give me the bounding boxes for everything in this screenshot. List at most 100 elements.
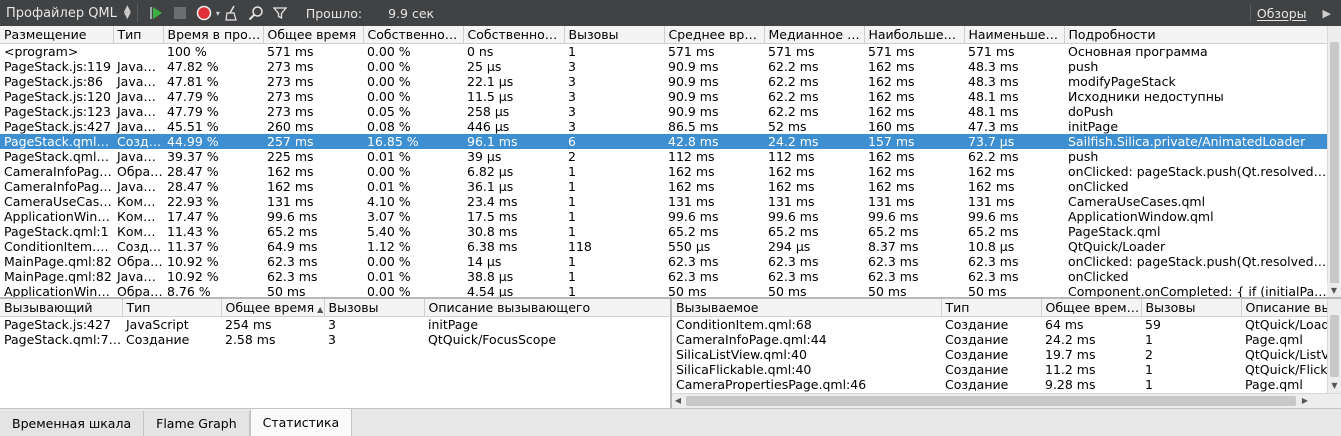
scroll-down-arrow[interactable]: ▼ xyxy=(1327,283,1341,297)
statistics-cell: 11.37 % xyxy=(167,239,219,254)
statistics-cell: 62.3 ms xyxy=(668,254,719,269)
callees-row[interactable]: SilicaListView.qml:40 Создание 19.7 ms 2 QtQ… xyxy=(672,347,1327,362)
callers-cell: 254 ms xyxy=(225,317,272,332)
callers-column-header[interactable]: Вызывающий xyxy=(0,299,123,317)
column-header-label: Размещение xyxy=(4,27,87,42)
statistics-column-header[interactable]: Время в проц▲ xyxy=(163,26,264,44)
statistics-cell: 162 ms xyxy=(668,179,715,194)
statistics-row[interactable]: ApplicationWin… Ком… 17.47 % 99.6 ms 3.07 % 1… xyxy=(0,209,1327,224)
record-menu-arrow-icon[interactable]: ▾ xyxy=(216,9,220,17)
start-button[interactable] xyxy=(145,2,167,24)
statistics-row[interactable]: CameraInfoPag… Java… 28.47 % 162 ms 0.01 % 36… xyxy=(0,179,1327,194)
statistics-column-header[interactable]: Собственное вр xyxy=(363,26,464,44)
arrow-left-icon[interactable]: ◀ xyxy=(672,394,684,407)
statistics-row[interactable]: PageStack.js:120 Java… 47.79 % 273 ms 0.00 %… xyxy=(0,89,1327,104)
statistics-row[interactable]: PageStack.qml:… Java… 39.37 % 225 ms 0.01 % 3… xyxy=(0,149,1327,164)
tab-2[interactable]: Статистика xyxy=(249,409,353,436)
callers-column-header[interactable]: Вызовы xyxy=(324,299,425,317)
statistics-cell: 257 ms xyxy=(263,134,363,149)
record-icon xyxy=(196,5,212,21)
callers-row[interactable]: PageStack.qml:744 Создание 2.58 ms 3 QtQuick… xyxy=(0,332,670,347)
callees-column-header[interactable]: Описание вызываемого xyxy=(1241,299,1327,317)
statistics-column-header[interactable]: Подробности xyxy=(1064,26,1327,44)
clear-button[interactable] xyxy=(221,2,243,24)
statistics-column-header[interactable]: Медианное вре xyxy=(764,26,865,44)
statistics-row[interactable]: MainPage.qml:82 Обра… 10.92 % 62.3 ms 0.00 %… xyxy=(0,254,1327,269)
expand-arrow-icon[interactable]: ▶ xyxy=(1323,7,1331,20)
statistics-row[interactable]: <program> 100 % 571 ms 0.00 % 0 ns 1 571 ms 571… xyxy=(0,44,1327,59)
statistics-cell: 48.3 ms xyxy=(968,74,1019,89)
statistics-row[interactable]: ApplicationWin… Обра… 8.76 % 50 ms 0.00 % 4.5… xyxy=(0,284,1327,297)
callers-column-header[interactable]: Тип xyxy=(122,299,222,317)
tab-1[interactable]: Flame Graph xyxy=(144,411,250,436)
callees-row[interactable]: CameraPropertiesPage.qml:46 Создание 9.28 … xyxy=(672,377,1327,392)
search-button[interactable] xyxy=(245,2,267,24)
statistics-column-header[interactable]: Среднее время xyxy=(664,26,765,44)
statistics-cell: 273 ms xyxy=(267,59,314,74)
statistics-cell: Java… xyxy=(117,179,156,194)
statistics-row[interactable]: PageStack.js:86 Java… 47.81 % 273 ms 0.00 % 2… xyxy=(0,74,1327,89)
scrollbar-thumb[interactable] xyxy=(686,396,1296,406)
statistics-cell: Созд… xyxy=(117,239,162,254)
statistics-cell: 17.5 ms xyxy=(467,209,518,224)
callers-column-header[interactable]: Описание вызывающего xyxy=(424,299,670,317)
toolbar-separator xyxy=(136,4,138,22)
stop-button[interactable] xyxy=(169,2,191,24)
statistics-cell: 62.2 ms xyxy=(768,59,819,74)
statistics-column-header[interactable]: Тип xyxy=(113,26,164,44)
statistics-row[interactable]: ConditionItem.… Созд… 11.37 % 64.9 ms 1.12 %… xyxy=(0,239,1327,254)
statistics-column-header[interactable]: Вызовы xyxy=(564,26,665,44)
record-button[interactable] xyxy=(193,2,215,24)
statistics-row[interactable]: PageStack.js:119 Java… 47.82 % 273 ms 0.00 %… xyxy=(0,59,1327,74)
statistics-cell: 294 µs xyxy=(768,239,811,254)
callees-horizontal-scrollbar[interactable]: ◀ ▶ xyxy=(672,393,1341,408)
callees-vertical-scrollbar[interactable]: ▼ xyxy=(1327,299,1341,393)
statistics-column-header[interactable]: Наибольшее вр xyxy=(864,26,965,44)
callees-column-header[interactable]: Вызываемое xyxy=(672,299,942,317)
arrow-down-icon[interactable]: ▼ xyxy=(1328,378,1341,392)
arrow-right-icon[interactable]: ▶ xyxy=(1299,394,1311,407)
column-header-label: Собственное вр xyxy=(467,27,564,42)
statistics-cell: PageStack.js:86 xyxy=(4,74,103,89)
profiler-selector[interactable]: Профайлер QML xyxy=(6,6,117,21)
statistics-row[interactable]: MainPage.qml:82 Java… 10.92 % 62.3 ms 0.01 %… xyxy=(0,269,1327,284)
statistics-row[interactable]: PageStack.qml:… Созд… 44.99 % 257 ms 16.85 %… xyxy=(0,134,1327,149)
views-menu-button[interactable]: Обзоры xyxy=(1257,6,1307,21)
statistics-cell: 162 ms xyxy=(868,164,915,179)
statistics-cell: 3 xyxy=(568,59,576,74)
statistics-column-header[interactable]: Размещение xyxy=(0,26,114,44)
statistics-column-header[interactable]: Общее время xyxy=(263,26,364,44)
callees-cell: Создание xyxy=(945,377,1009,392)
statistics-column-header[interactable]: Собственное вр xyxy=(463,26,565,44)
statistics-cell: 0.01 % xyxy=(367,269,411,284)
statistics-row[interactable]: PageStack.js:123 Java… 47.79 % 273 ms 0.05 %… xyxy=(0,104,1327,119)
statistics-vertical-scrollbar[interactable] xyxy=(1327,26,1341,297)
callees-table: Вызываемое Тип Общее время▲Вызовы Описание … xyxy=(672,299,1327,392)
statistics-cell: 99.6 ms xyxy=(968,209,1019,224)
scrollbar-thumb[interactable] xyxy=(1330,42,1339,287)
profiler-toolbar: Профайлер QML ▲ ▼ ▾ Прошло: 9.9 сек Обзор… xyxy=(0,0,1341,26)
tab-0[interactable]: Временная шкала xyxy=(0,411,145,436)
statistics-cell: PageStack.js:427 xyxy=(4,119,111,134)
statistics-row[interactable]: PageStack.js:427 Java… 45.51 % 260 ms 0.08 %… xyxy=(0,119,1327,134)
statistics-cell: 131 ms xyxy=(267,194,314,209)
scrollbar-thumb[interactable] xyxy=(1330,315,1339,377)
callers-column-header[interactable]: Общее время ▲ xyxy=(221,299,325,317)
statistics-cell: 273 ms xyxy=(267,104,314,119)
callees-row[interactable]: CameraInfoPage.qml:44 Создание 24.2 ms 1 Pag… xyxy=(672,332,1327,347)
statistics-column-header[interactable]: Наименьшее вр xyxy=(964,26,1065,44)
filter-button[interactable] xyxy=(269,2,291,24)
selector-arrows-icon[interactable]: ▲ ▼ xyxy=(124,5,131,21)
statistics-row[interactable]: CameraInfoPag… Обра… 28.47 % 162 ms 0.00 % 6.… xyxy=(0,164,1327,179)
callees-column-header[interactable]: Общее время▲ xyxy=(1041,299,1142,317)
callees-row[interactable]: ConditionItem.qml:68 Создание 64 ms 59 QtQui… xyxy=(672,317,1327,332)
statistics-cell: 86.5 ms xyxy=(668,119,719,134)
statistics-row[interactable]: CameraUseCas… Ком… 22.93 % 131 ms 4.10 % 23.4… xyxy=(0,194,1327,209)
callers-row[interactable]: PageStack.js:427 JavaScript 254 ms 3 initPag… xyxy=(0,317,670,332)
statistics-cell: 10.92 % xyxy=(167,254,219,269)
callees-row[interactable]: SilicaFlickable.qml:40 Создание 11.2 ms 1 Qt… xyxy=(672,362,1327,377)
callees-column-header[interactable]: Вызовы xyxy=(1141,299,1242,317)
statistics-row[interactable]: PageStack.qml:1 Ком… 11.43 % 65.2 ms 5.40 % 3… xyxy=(0,224,1327,239)
callees-column-header[interactable]: Тип xyxy=(941,299,1042,317)
statistics-cell: 62.3 ms xyxy=(768,254,819,269)
